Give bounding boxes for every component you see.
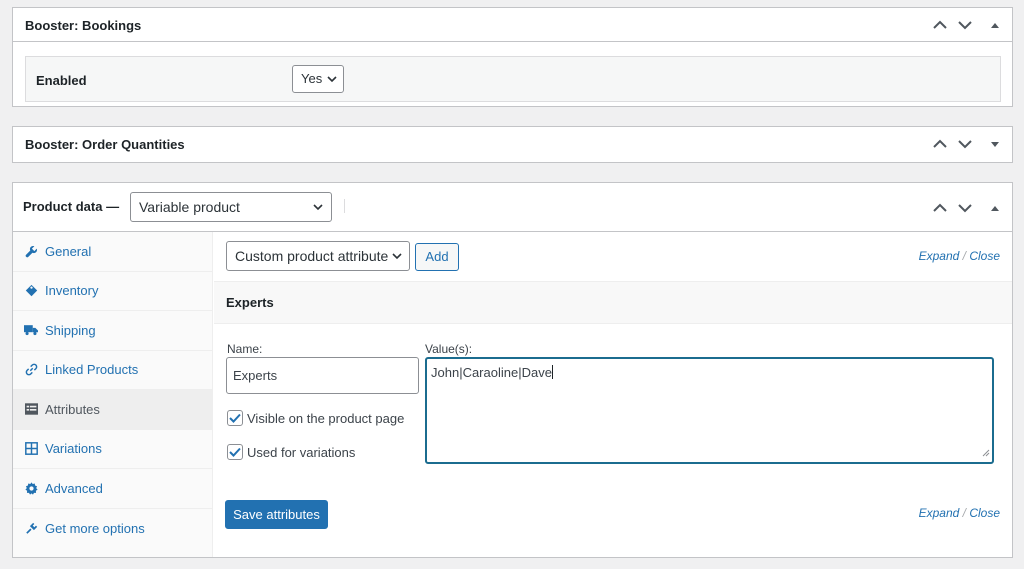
- variations-checkbox-row: Used for variations: [227, 444, 355, 460]
- add-attribute-button[interactable]: Add: [415, 243, 459, 271]
- toggle-panel-button[interactable]: [982, 127, 1008, 161]
- chevron-down-icon: [313, 193, 323, 221]
- visible-checkbox-label: Visible on the product page: [247, 410, 405, 426]
- move-up-button[interactable]: [927, 183, 953, 232]
- attribute-item: Experts Name: Experts Value(s): John|Car…: [214, 281, 1012, 488]
- bookings-title: Booster: Bookings: [25, 18, 142, 33]
- expand-close-bottom: Expand / Close: [919, 506, 1000, 520]
- product-data-header: Product data — Variable product: [13, 183, 1012, 232]
- bookings-header: Booster: Bookings: [13, 8, 1012, 42]
- move-up-button[interactable]: [927, 8, 953, 42]
- plugin-icon: [23, 520, 39, 536]
- attribute-type-select[interactable]: Custom product attribute: [226, 241, 410, 271]
- move-down-button[interactable]: [952, 183, 978, 232]
- close-link[interactable]: Close: [969, 506, 1000, 520]
- tab-shipping[interactable]: Shipping: [13, 311, 212, 351]
- order-quantities-title: Booster: Order Quantities: [25, 137, 185, 152]
- product-data-tabs: General Inventory Shipping Linked Produc…: [13, 232, 213, 557]
- used-for-variations-checkbox[interactable]: [227, 444, 243, 460]
- move-up-button[interactable]: [927, 127, 953, 161]
- tag-icon: [23, 283, 39, 299]
- attribute-values-text: John|Caraoline|Dave: [431, 365, 552, 380]
- tab-label: Get more options: [45, 520, 145, 536]
- values-label: Value(s):: [425, 342, 473, 356]
- visible-on-product-page-checkbox[interactable]: [227, 410, 243, 426]
- tab-advanced[interactable]: Advanced: [13, 469, 212, 509]
- attributes-panel: Custom product attribute Add Expand / Cl…: [214, 232, 1012, 557]
- resize-handle-icon[interactable]: [982, 445, 990, 460]
- chevron-down-icon: [392, 242, 402, 270]
- tab-linked-products[interactable]: Linked Products: [13, 351, 212, 390]
- checkmark-icon: [229, 447, 241, 457]
- chevron-up-icon: [933, 20, 947, 29]
- tab-label: General: [45, 243, 92, 259]
- chevron-up-icon: [933, 203, 947, 212]
- variations-checkbox-label: Used for variations: [247, 444, 356, 460]
- wrench-icon: [23, 243, 39, 259]
- tab-label: Advanced: [45, 480, 103, 496]
- chevron-down-icon: [327, 66, 337, 92]
- order-quantities-header: Booster: Order Quantities: [13, 127, 1012, 161]
- attribute-item-body: Name: Experts Value(s): John|Caraoline|D…: [214, 324, 1012, 488]
- enabled-label: Enabled: [36, 73, 87, 88]
- attribute-item-title: Experts: [226, 295, 274, 310]
- grid-icon: [23, 441, 39, 457]
- attribute-name-input[interactable]: Experts: [226, 357, 419, 394]
- bookings-postbox: Booster: Bookings Enabled Yes: [12, 7, 1013, 107]
- expand-close-top: Expand / Close: [919, 249, 1000, 263]
- tab-label: Inventory: [45, 283, 99, 299]
- link-icon: [23, 362, 39, 378]
- expand-link[interactable]: Expand: [919, 249, 960, 263]
- close-link[interactable]: Close: [969, 249, 1000, 263]
- tab-label: Linked Products: [45, 362, 139, 378]
- chevron-down-icon: [958, 21, 972, 30]
- move-down-button[interactable]: [952, 8, 978, 42]
- attribute-values-textarea[interactable]: John|Caraoline|Dave: [425, 357, 994, 464]
- product-type-value: Variable product: [139, 199, 240, 215]
- product-data-postbox: Product data — Variable product General: [12, 182, 1013, 558]
- move-down-button[interactable]: [952, 127, 978, 161]
- product-type-select[interactable]: Variable product: [130, 192, 332, 222]
- expand-link[interactable]: Expand: [919, 506, 960, 520]
- checkmark-icon: [229, 413, 241, 423]
- visible-checkbox-row: Visible on the product page: [227, 410, 404, 426]
- header-divider: [344, 199, 345, 213]
- gear-icon: [23, 480, 39, 496]
- chevron-down-icon: [958, 140, 972, 149]
- enabled-select-value: Yes: [301, 71, 323, 86]
- name-label: Name:: [227, 342, 263, 356]
- tab-attributes[interactable]: Attributes: [13, 390, 212, 430]
- triangle-down-icon: [991, 142, 999, 147]
- enabled-select[interactable]: Yes: [292, 65, 344, 93]
- chevron-up-icon: [933, 139, 947, 148]
- attribute-type-value: Custom product attribute: [235, 248, 389, 264]
- list-icon: [23, 401, 39, 417]
- tab-general[interactable]: General: [13, 232, 212, 272]
- triangle-up-icon: [991, 205, 999, 211]
- product-data-title: Product data —: [23, 199, 120, 214]
- tab-label: Variations: [45, 441, 102, 457]
- tab-get-more-options[interactable]: Get more options: [13, 509, 212, 549]
- tab-label: Shipping: [45, 322, 96, 338]
- tab-inventory[interactable]: Inventory: [13, 272, 212, 311]
- truck-icon: [23, 322, 39, 338]
- toggle-panel-button[interactable]: [982, 183, 1008, 232]
- tab-label: Attributes: [45, 401, 100, 417]
- triangle-up-icon: [991, 23, 999, 28]
- text-cursor: [551, 365, 553, 379]
- chevron-down-icon: [958, 203, 972, 212]
- save-attributes-button[interactable]: Save attributes: [225, 500, 328, 529]
- tab-variations[interactable]: Variations: [13, 430, 212, 469]
- toggle-panel-button[interactable]: [982, 8, 1008, 42]
- order-quantities-postbox: Booster: Order Quantities: [12, 126, 1013, 163]
- attribute-item-header[interactable]: Experts: [214, 282, 1012, 324]
- bookings-settings-row: Enabled Yes: [25, 56, 1001, 102]
